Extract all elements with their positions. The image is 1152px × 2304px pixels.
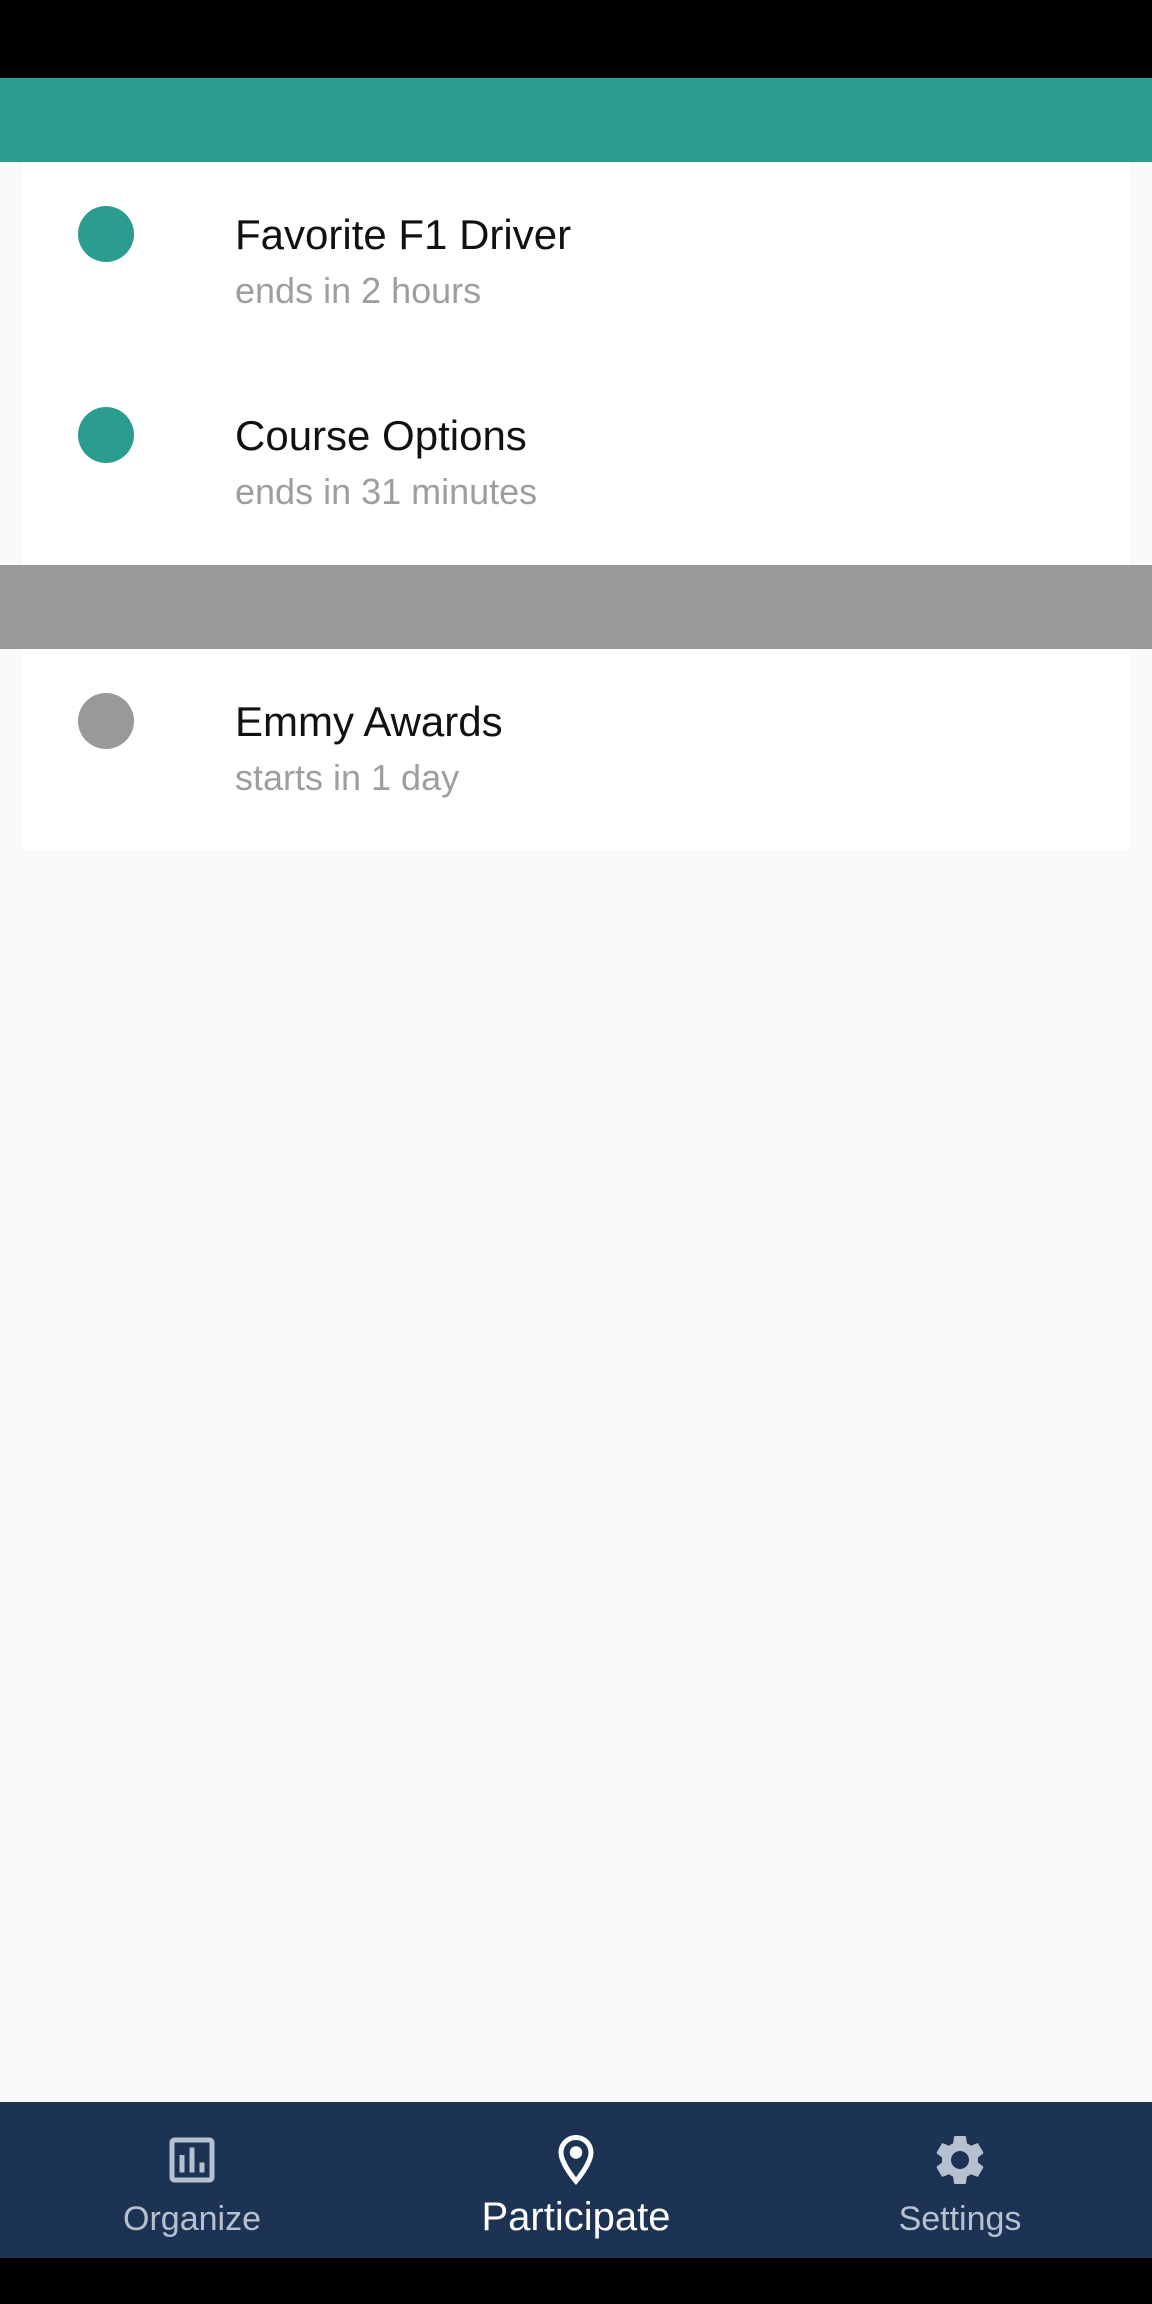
active-status-dot <box>78 206 134 262</box>
nav-item-organize[interactable]: Organize <box>0 2102 384 2258</box>
active-polls-card: Favorite F1 Driver ends in 2 hours Cours… <box>22 162 1130 565</box>
nav-item-participate[interactable]: Participate <box>384 2102 768 2258</box>
status-bar <box>0 0 1152 78</box>
poll-item-course-options[interactable]: Course Options ends in 31 minutes <box>22 363 1130 564</box>
app-screen: Favorite F1 Driver ends in 2 hours Cours… <box>0 0 1152 2304</box>
active-status-dot <box>78 407 134 463</box>
poll-subtitle: starts in 1 day <box>235 757 460 798</box>
location-pin-icon <box>558 2135 594 2185</box>
bar-chart-icon <box>169 2137 215 2183</box>
poll-title: Emmy Awards <box>235 698 503 745</box>
poll-title: Course Options <box>235 412 527 459</box>
poll-subtitle: ends in 31 minutes <box>235 471 538 512</box>
poll-subtitle: ends in 2 hours <box>235 270 482 311</box>
upcoming-section-header <box>0 565 1152 649</box>
system-navigation-bar <box>0 2258 1152 2304</box>
upcoming-status-dot <box>78 693 134 749</box>
poll-list: Favorite F1 Driver ends in 2 hours Cours… <box>0 78 1152 2102</box>
nav-label-organize: Organize <box>123 2200 261 2238</box>
poll-item-favorite-f1-driver[interactable]: Favorite F1 Driver ends in 2 hours <box>22 162 1130 363</box>
nav-item-settings[interactable]: Settings <box>768 2102 1152 2258</box>
upcoming-polls-card: Emmy Awards starts in 1 day <box>22 649 1130 850</box>
nav-label-settings: Settings <box>898 2200 1022 2238</box>
gear-icon <box>936 2136 984 2184</box>
bottom-navigation: Organize Participate Settings <box>0 2102 1152 2258</box>
poll-item-emmy-awards[interactable]: Emmy Awards starts in 1 day <box>22 649 1130 850</box>
poll-title: Favorite F1 Driver <box>235 211 572 258</box>
active-section-header <box>0 78 1152 162</box>
nav-label-participate: Participate <box>481 2195 671 2239</box>
